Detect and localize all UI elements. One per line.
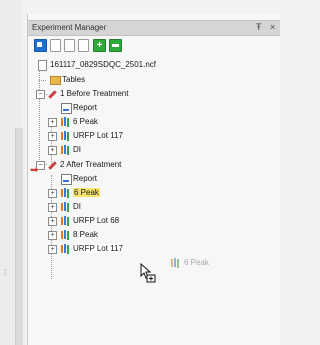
open-document-icon[interactable] — [64, 39, 75, 52]
drop-target-arrow-icon: ➡ — [30, 165, 39, 176]
expand-icon[interactable]: + — [48, 245, 57, 254]
bars-icon — [61, 202, 70, 211]
expand-icon[interactable]: + — [48, 118, 57, 127]
left-gutter: ⁞ — [0, 0, 23, 345]
panel-titlebar: Experiment Manager Ŧ × — [28, 20, 280, 36]
blank-document-icon[interactable] — [78, 39, 89, 52]
new-document-icon[interactable] — [50, 39, 61, 52]
bars-icon — [61, 145, 70, 154]
report-icon — [61, 103, 72, 114]
panel-title: Experiment Manager — [32, 23, 107, 32]
expand-icon[interactable]: + — [48, 217, 57, 226]
splitter-strip[interactable] — [15, 128, 23, 345]
bars-icon — [61, 244, 70, 253]
add-icon[interactable]: + — [93, 39, 106, 52]
close-icon[interactable]: × — [270, 22, 275, 32]
bars-icon — [61, 230, 70, 239]
folder-icon — [50, 76, 61, 85]
remove-icon[interactable] — [109, 39, 122, 52]
expand-icon[interactable]: + — [48, 231, 57, 240]
experiment-manager-panel: Experiment Manager Ŧ × + 161117_0829SDQC… — [27, 14, 280, 345]
expand-icon[interactable]: + — [48, 189, 57, 198]
blue-square-icon[interactable] — [34, 39, 47, 52]
expand-icon[interactable]: + — [48, 203, 57, 212]
report-icon — [61, 174, 72, 185]
bars-icon — [61, 216, 70, 225]
treatment-icon — [48, 89, 57, 98]
bars-icon — [61, 131, 70, 140]
file-icon — [38, 60, 47, 71]
expand-icon[interactable]: + — [48, 132, 57, 141]
splitter-grip-icon[interactable]: ⁞ — [4, 268, 7, 278]
bars-icon — [61, 188, 70, 197]
expand-icon[interactable]: + — [48, 146, 57, 155]
collapse-icon[interactable]: − — [36, 90, 45, 99]
bars-icon — [171, 258, 180, 267]
pin-icon[interactable]: Ŧ — [256, 22, 262, 32]
bars-icon — [61, 117, 70, 126]
drag-copy-cursor-icon — [140, 263, 156, 283]
treatment-icon — [48, 160, 57, 169]
